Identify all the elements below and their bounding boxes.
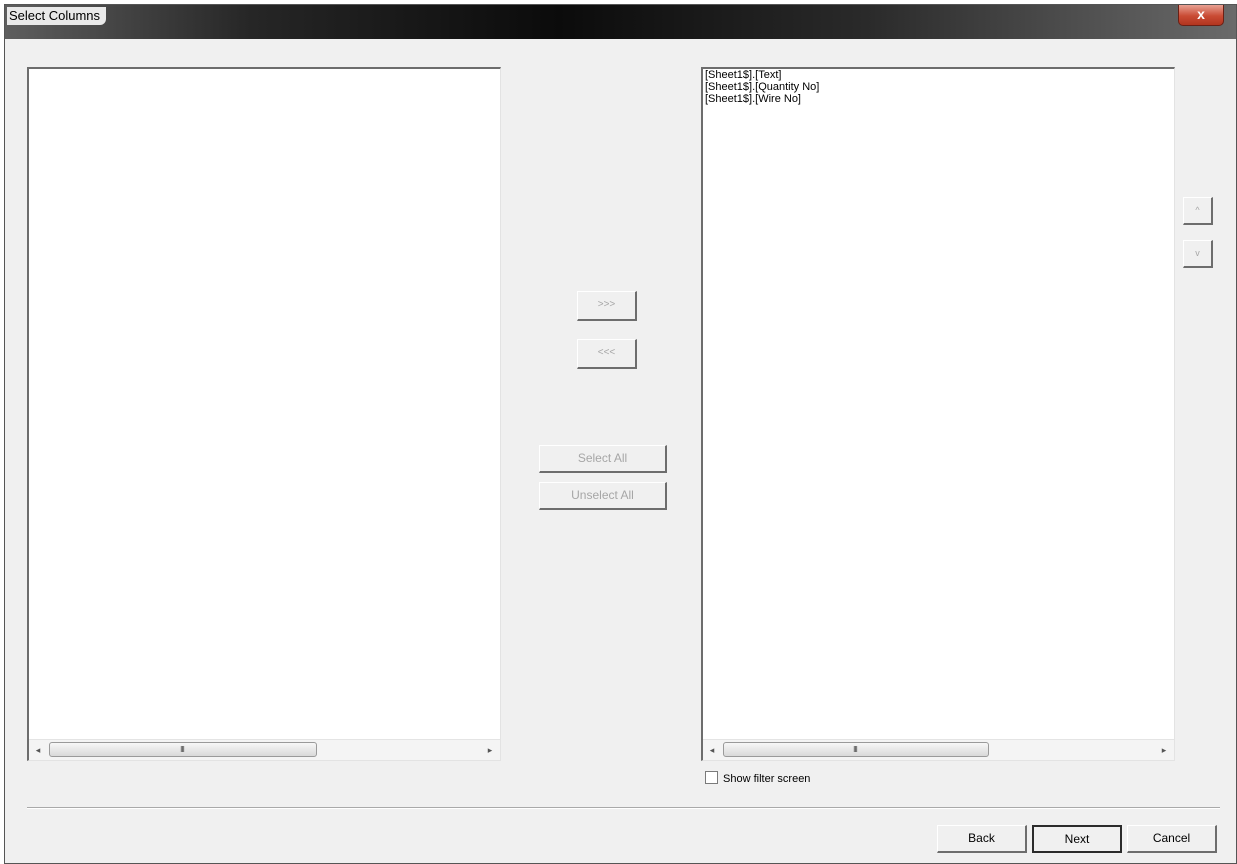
scroll-right-icon[interactable]: ▸ xyxy=(1156,742,1172,758)
scroll-grip-icon: III xyxy=(180,745,185,754)
select-all-button[interactable]: Select All xyxy=(539,445,667,473)
list-item[interactable]: [Sheet1$].[Wire No] xyxy=(705,93,1174,105)
available-columns-list[interactable]: ◂ III ▸ xyxy=(27,67,501,761)
move-left-button[interactable]: <<< xyxy=(577,339,637,369)
close-icon: x xyxy=(1197,6,1205,22)
back-button[interactable]: Back xyxy=(937,825,1027,853)
close-button[interactable]: x xyxy=(1178,5,1224,26)
scroll-thumb[interactable]: III xyxy=(49,742,317,757)
next-button[interactable]: Next xyxy=(1032,825,1122,853)
show-filter-screen-checkbox[interactable]: Show filter screen xyxy=(705,771,810,787)
checkbox-box[interactable] xyxy=(705,771,718,784)
show-filter-screen-label: Show filter screen xyxy=(723,773,811,785)
scroll-left-icon[interactable]: ◂ xyxy=(704,742,720,758)
chevron-up-icon: ^ xyxy=(1195,205,1200,215)
unselect-all-button[interactable]: Unselect All xyxy=(539,482,667,510)
list-item[interactable]: [Sheet1$].[Quantity No] xyxy=(705,81,1174,93)
chevron-down-icon: v xyxy=(1195,248,1200,258)
selected-columns-list[interactable]: [Sheet1$].[Text] [Sheet1$].[Quantity No][… xyxy=(701,67,1175,761)
scroll-thumb[interactable]: III xyxy=(723,742,989,757)
title-bar[interactable]: Select Columns x xyxy=(5,5,1236,39)
dialog-body: ◂ III ▸ >>> <<< Select All Unselect All … xyxy=(5,39,1236,863)
select-columns-dialog: Select Columns x ◂ III ▸ >>> <<< Select … xyxy=(4,4,1237,864)
scroll-right-icon[interactable]: ▸ xyxy=(482,742,498,758)
scroll-grip-icon: III xyxy=(853,745,858,754)
footer-separator xyxy=(27,807,1220,809)
list-item[interactable]: [Sheet1$].[Text] xyxy=(705,69,1174,81)
move-up-button[interactable]: ^ xyxy=(1183,197,1213,225)
available-columns-hscrollbar[interactable]: ◂ III ▸ xyxy=(29,739,500,760)
cancel-button[interactable]: Cancel xyxy=(1127,825,1217,853)
move-right-button[interactable]: >>> xyxy=(577,291,637,321)
scroll-left-icon[interactable]: ◂ xyxy=(30,742,46,758)
selected-columns-items: [Sheet1$].[Text] [Sheet1$].[Quantity No][… xyxy=(705,69,1174,105)
window-title: Select Columns xyxy=(7,7,107,25)
move-down-button[interactable]: v xyxy=(1183,240,1213,268)
selected-columns-hscrollbar[interactable]: ◂ III ▸ xyxy=(703,739,1174,760)
